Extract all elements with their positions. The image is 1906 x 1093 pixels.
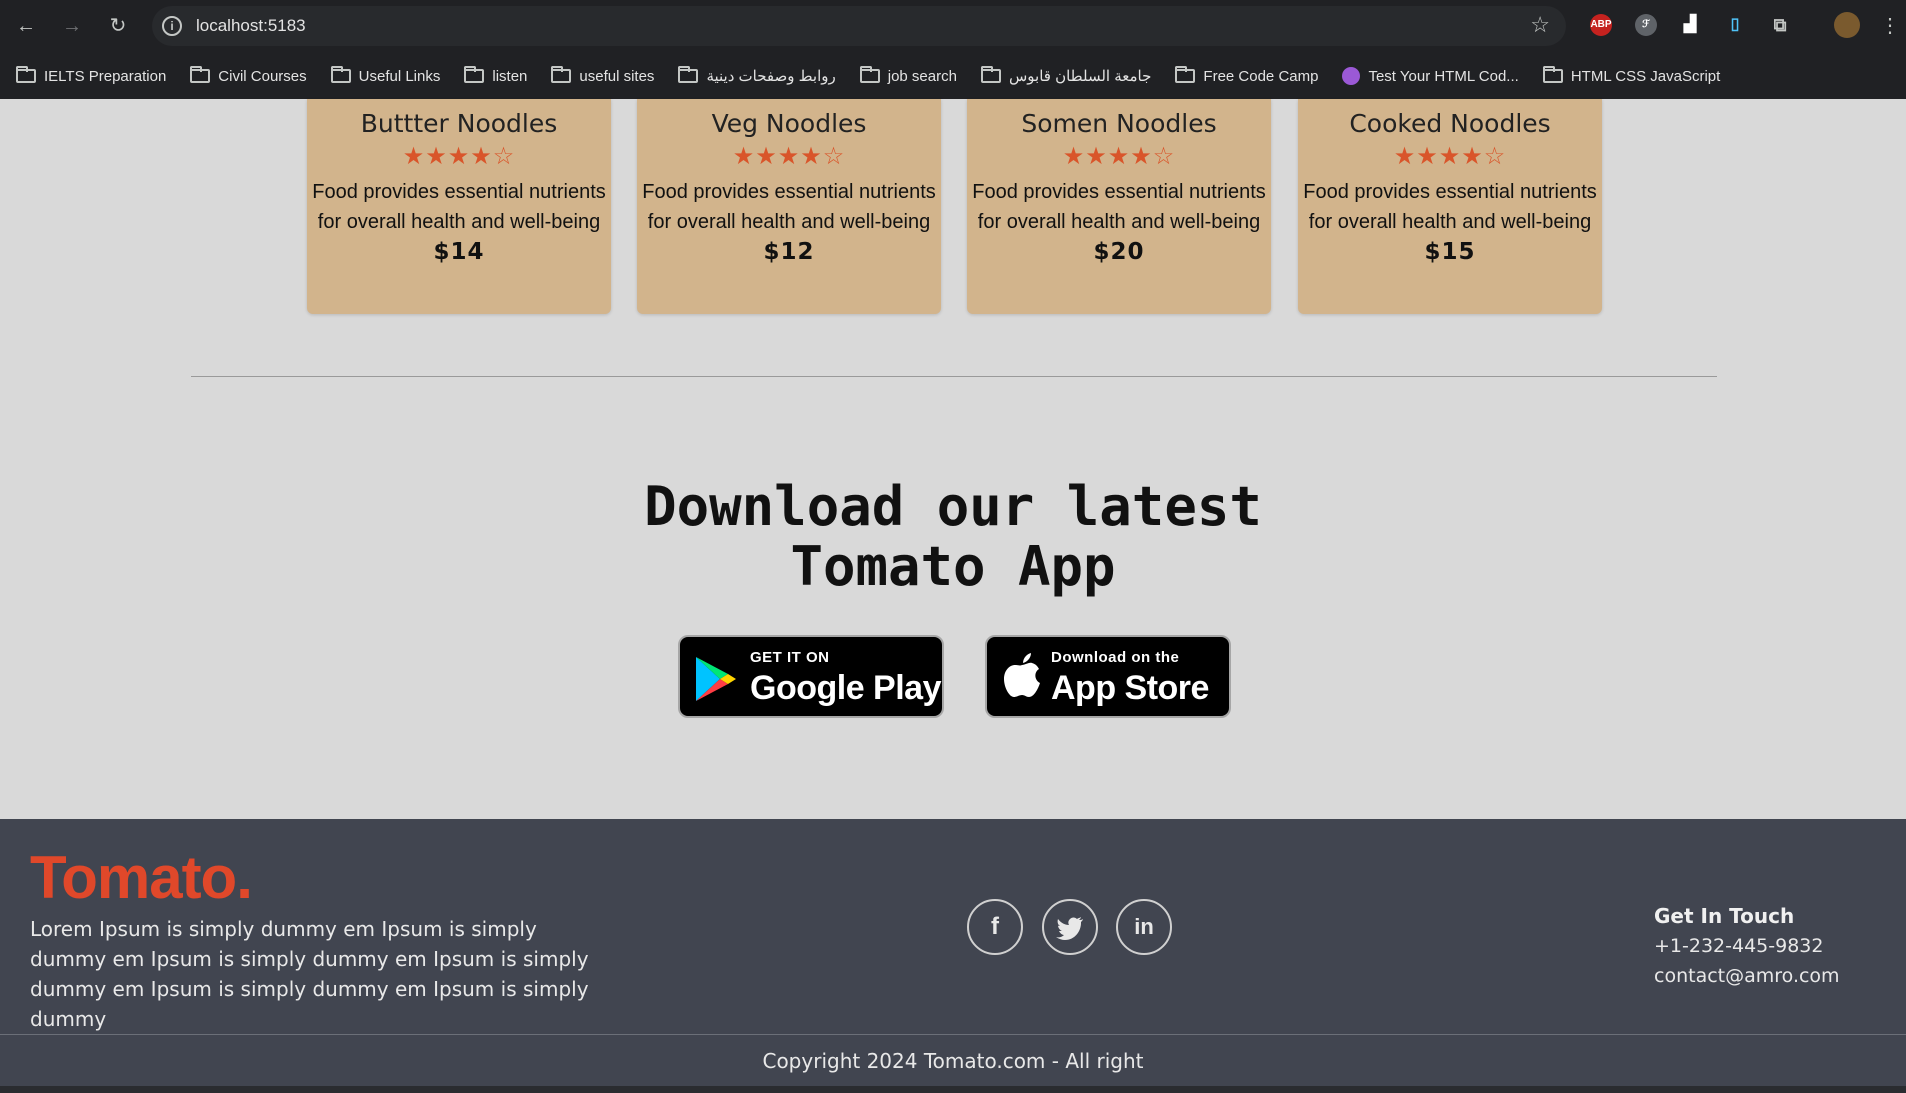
footer-logo[interactable]: Tomato. [30, 843, 253, 912]
app-store-big-text: App Store [1051, 669, 1209, 707]
profile-avatar[interactable] [1834, 12, 1860, 38]
extension-chart-icon[interactable]: ▟ [1679, 14, 1701, 36]
food-name: Somen Noodles [1021, 109, 1217, 138]
get-in-touch-heading: Get In Touch [1654, 904, 1795, 928]
bookmark-item[interactable]: job search [859, 66, 957, 85]
food-name: Veg Noodles [711, 109, 867, 138]
bookmark-item[interactable]: روابط وصفحات دينية [678, 66, 836, 85]
food-description: Food provides essential nutrients for ove… [312, 181, 606, 233]
food-card[interactable]: Cooked Noodles ★★★★☆ Food provides essen… [1298, 99, 1602, 314]
apple-icon [1004, 653, 1040, 697]
folder-icon [551, 66, 572, 83]
bookmark-item[interactable]: Free Code Camp [1175, 66, 1318, 85]
food-card[interactable]: Somen Noodles ★★★★☆ Food provides essent… [967, 99, 1271, 314]
page-viewport: Buttter Noodles ★★★★☆ Food provides esse… [0, 99, 1906, 1093]
food-price: $15 [1424, 239, 1476, 265]
food-name: Buttter Noodles [360, 109, 558, 138]
bookmark-item[interactable]: listen [464, 66, 527, 85]
menu-kebab-icon[interactable]: ⋮ [1880, 12, 1900, 40]
food-description: Food provides essential nutrients for ove… [1303, 181, 1597, 233]
taskbar-strip [0, 1086, 1906, 1093]
food-description: Food provides essential nutrients for ove… [642, 181, 936, 233]
bookmark-item[interactable]: useful sites [551, 66, 654, 85]
food-price: $14 [433, 239, 485, 265]
brain-icon [1342, 67, 1361, 85]
google-play-icon [696, 657, 736, 701]
browser-toolbar: ← → ↻ i localhost:5183 ☆ ABP ℱ ▟ ▯ ⧉ ⋮ [0, 0, 1906, 53]
address-bar[interactable]: i localhost:5183 ☆ [152, 6, 1566, 46]
folder-icon [1542, 66, 1563, 83]
rating-stars-icon: ★★★★☆ [402, 143, 516, 170]
site-info-icon[interactable]: i [162, 16, 182, 36]
facebook-icon[interactable]: f [967, 899, 1023, 955]
bookmarks-bar: IELTS Preparation Civil Courses Useful L… [0, 53, 1906, 99]
extension-cup-icon[interactable]: ▯ [1724, 14, 1746, 36]
footer-email[interactable]: contact@amro.com [1654, 965, 1840, 987]
food-name: Cooked Noodles [1349, 109, 1551, 138]
section-divider [191, 376, 1717, 377]
app-store-small-text: Download on the [1051, 649, 1180, 666]
food-card[interactable]: Veg Noodles ★★★★☆ Food provides essentia… [637, 99, 941, 314]
bookmark-item[interactable]: Civil Courses [190, 66, 307, 85]
extension-feather-icon[interactable]: ℱ [1635, 14, 1657, 36]
google-play-small-text: GET IT ON [750, 649, 830, 666]
copyright-text: Copyright 2024 Tomato.com - All right [762, 1049, 1144, 1073]
bookmark-item[interactable]: Useful Links [330, 66, 440, 85]
footer-about-text: Lorem Ipsum is simply dummy em Ipsum is … [30, 917, 589, 1031]
linkedin-icon[interactable]: in [1116, 899, 1172, 955]
url-text[interactable]: localhost:5183 [196, 16, 306, 36]
google-play-big-text: Google Play [750, 669, 942, 707]
footer: Tomato. Lorem Ipsum is simply dummy em I… [0, 819, 1906, 1093]
folder-icon [980, 66, 1001, 83]
bookmark-star-icon[interactable]: ☆ [1530, 12, 1550, 38]
folder-icon [859, 66, 880, 83]
food-card[interactable]: Buttter Noodles ★★★★☆ Food provides esse… [307, 99, 611, 314]
reload-icon[interactable]: ↻ [104, 12, 132, 40]
adblock-icon[interactable]: ABP [1590, 14, 1612, 36]
download-title: Download our latest Tomato App [644, 475, 1262, 598]
google-play-button[interactable]: GET IT ON Google Play [678, 635, 944, 718]
twitter-bird-icon [1056, 917, 1083, 940]
folder-icon [190, 66, 211, 83]
bookmark-item[interactable]: Test Your HTML Cod... [1342, 67, 1519, 85]
footer-phone: +1-232-445-9832 [1654, 935, 1824, 957]
app-store-button[interactable]: Download on the App Store [985, 635, 1231, 718]
bookmark-item[interactable]: IELTS Preparation [16, 66, 166, 85]
bookmark-item[interactable]: جامعة السلطان قابوس [980, 66, 1151, 85]
folder-icon [464, 66, 485, 83]
rating-stars-icon: ★★★★☆ [1062, 143, 1176, 170]
rating-stars-icon: ★★★★☆ [1393, 143, 1507, 170]
back-icon[interactable]: ← [12, 12, 40, 40]
folder-icon [678, 66, 699, 83]
footer-divider [0, 1034, 1906, 1035]
food-price: $20 [1093, 239, 1145, 265]
food-price: $12 [763, 239, 815, 265]
twitter-icon[interactable] [1042, 899, 1098, 955]
bookmark-item[interactable]: HTML CSS JavaScript [1542, 66, 1720, 85]
food-description: Food provides essential nutrients for ove… [972, 181, 1266, 233]
folder-icon [330, 66, 351, 83]
rating-stars-icon: ★★★★☆ [732, 143, 846, 170]
folder-icon [16, 66, 36, 83]
forward-icon[interactable]: → [58, 12, 86, 40]
folder-icon [1175, 66, 1196, 83]
extensions-puzzle-icon[interactable]: ⧉ [1769, 14, 1791, 36]
